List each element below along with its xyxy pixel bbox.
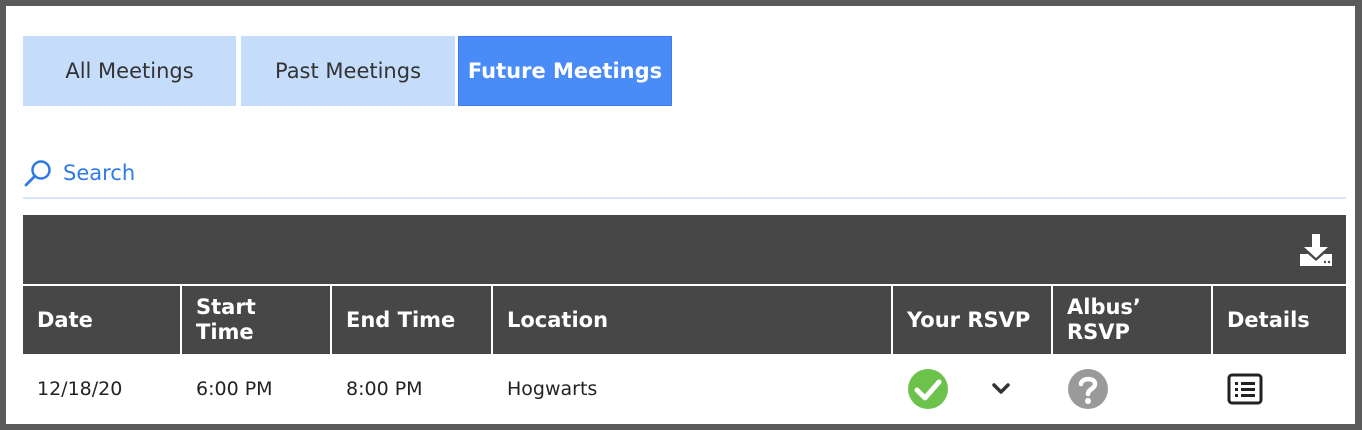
question-circle-icon[interactable] — [1067, 368, 1109, 410]
download-icon[interactable] — [1298, 232, 1334, 268]
cell-albus-rsvp — [1053, 354, 1213, 424]
cell-your-rsvp — [893, 354, 1053, 424]
tab-past-meetings[interactable]: Past Meetings — [241, 36, 455, 106]
cell-details — [1213, 354, 1346, 424]
divider — [23, 197, 1346, 199]
tab-label: All Meetings — [65, 59, 194, 83]
column-header-your-rsvp[interactable]: Your RSVP — [893, 286, 1053, 354]
tab-all-meetings[interactable]: All Meetings — [23, 36, 236, 106]
list-icon[interactable] — [1227, 373, 1263, 405]
meetings-table: Date Start Time End Time Location Your R… — [23, 286, 1346, 424]
cell-start-time: 6:00 PM — [196, 378, 273, 400]
cell-date: 12/18/20 — [37, 378, 123, 400]
tab-label: Future Meetings — [467, 59, 663, 83]
meetings-panel: All Meetings Past Meetings Future Meetin… — [6, 6, 1355, 424]
checkmark-circle-icon[interactable] — [907, 368, 949, 410]
table-toolbar — [23, 215, 1346, 284]
cell-end-time: 8:00 PM — [346, 378, 423, 400]
column-header-date[interactable]: Date — [23, 286, 182, 354]
column-header-start-time[interactable]: Start Time — [182, 286, 332, 354]
cell-location: Hogwarts — [507, 378, 598, 400]
chevron-down-icon[interactable] — [991, 382, 1011, 396]
table-header: Date Start Time End Time Location Your R… — [23, 286, 1346, 354]
search-link[interactable]: Search — [23, 158, 135, 188]
column-header-details[interactable]: Details — [1213, 286, 1346, 354]
tab-future-meetings[interactable]: Future Meetings — [458, 36, 672, 106]
search-label: Search — [63, 161, 136, 185]
column-header-location[interactable]: Location — [493, 286, 893, 354]
table-row[interactable]: 12/18/20 6:00 PM 8:00 PM Hogwarts — [23, 354, 1346, 424]
column-header-end-time[interactable]: End Time — [332, 286, 493, 354]
search-icon — [24, 160, 51, 187]
tab-label: Past Meetings — [274, 59, 422, 83]
column-header-albus-rsvp[interactable]: Albus’ RSVP — [1053, 286, 1213, 354]
